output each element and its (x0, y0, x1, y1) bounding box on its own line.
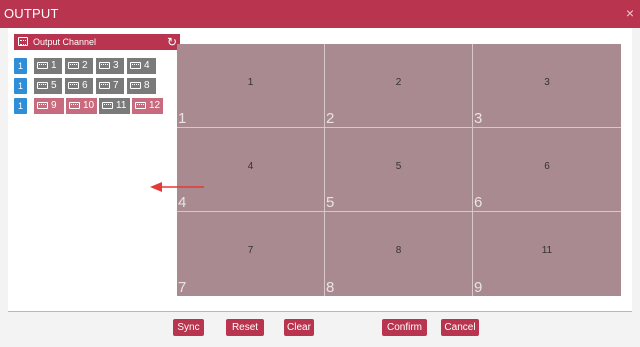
channel-button-12[interactable]: 12 (132, 98, 163, 114)
cell-channel-label: 3 (544, 77, 550, 88)
cell-index-label: 7 (178, 279, 187, 296)
monitor-icon (99, 62, 110, 69)
dialog-title: OUTPUT (4, 6, 59, 21)
channel-button-6[interactable]: 6 (65, 78, 93, 94)
channel-number: 3 (113, 60, 119, 71)
output-cell[interactable]: 44 (177, 128, 325, 212)
cell-channel-label: 7 (247, 245, 254, 256)
channel-button-5[interactable]: 5 (34, 78, 62, 94)
cell-channel-label: 8 (395, 245, 402, 256)
channel-button-11[interactable]: 11 (99, 98, 130, 114)
monitor-icon (37, 102, 48, 109)
output-cell[interactable]: 11 (177, 44, 325, 128)
cell-channel-label: 6 (544, 161, 550, 172)
channel-button-3[interactable]: 3 (96, 58, 124, 74)
row-badge[interactable]: 1 (14, 58, 27, 74)
channel-row: 1 1 2 3 4 (14, 58, 180, 74)
channel-button-10[interactable]: 10 (66, 98, 97, 114)
dialog-content: Output Channel ↻ 1 1 2 3 4 1 5 6 7 8 1 9 10 11 12 1122… (8, 28, 632, 311)
output-channel-panel: Output Channel ↻ 1 1 2 3 4 1 5 6 7 8 1 9 10 11 12 (14, 34, 180, 114)
cell-index-label: 5 (326, 194, 335, 211)
output-dialog: OUTPUT × Output Channel ↻ 1 1 2 3 4 1 5 6 7 8 1 9 10… (0, 0, 640, 347)
channel-number: 1 (51, 60, 57, 71)
channel-number: 12 (149, 100, 161, 111)
cell-index-label: 3 (474, 110, 483, 127)
channel-number: 7 (113, 80, 119, 91)
output-cell[interactable]: 11 9 (473, 212, 621, 296)
channel-button-4[interactable]: 4 (127, 58, 156, 74)
monitor-icon (102, 102, 113, 109)
channel-number: 11 (116, 100, 127, 111)
output-cell[interactable]: 66 (473, 128, 621, 212)
cell-index-label: 6 (474, 194, 483, 211)
monitor-icon (69, 102, 80, 109)
monitor-icon (130, 62, 141, 69)
monitor-icon (68, 62, 79, 69)
cell-channel-label: 2 (395, 77, 402, 88)
output-cell[interactable]: 22 (325, 44, 473, 128)
reset-button[interactable]: Reset (226, 319, 264, 336)
output-cell[interactable]: 33 (473, 44, 621, 128)
output-cell[interactable]: 77 (177, 212, 325, 296)
channel-button-2[interactable]: 2 (65, 58, 93, 74)
output-channel-title: Output Channel (33, 37, 97, 47)
channel-number: 4 (144, 60, 150, 71)
cancel-button[interactable]: Cancel (441, 319, 479, 336)
cell-index-label: 1 (178, 110, 187, 127)
channel-button-7[interactable]: 7 (96, 78, 124, 94)
refresh-icon[interactable]: ↻ (167, 35, 177, 49)
channel-button-1[interactable]: 1 (34, 58, 62, 74)
channel-number: 2 (82, 60, 88, 71)
drag-arrow-icon (150, 182, 204, 192)
channel-row: 1 9 10 11 12 (14, 98, 180, 114)
output-cell[interactable]: 55 (325, 128, 473, 212)
row-badge[interactable]: 1 (14, 98, 27, 114)
cell-index-label: 2 (326, 110, 335, 127)
cell-channel-label: 4 (247, 161, 254, 172)
channel-number: 8 (144, 80, 150, 91)
channel-button-9[interactable]: 9 (34, 98, 64, 114)
monitor-icon (130, 82, 141, 89)
channel-button-8[interactable]: 8 (127, 78, 156, 94)
keyboard-icon (18, 37, 28, 46)
footer-divider (8, 311, 632, 312)
cell-channel-label: 11 (541, 245, 553, 256)
channel-number: 6 (82, 80, 88, 91)
clear-button[interactable]: Clear (284, 319, 314, 336)
monitor-icon (135, 102, 146, 109)
output-channel-header: Output Channel ↻ (14, 34, 180, 50)
sync-button[interactable]: Sync (173, 319, 204, 336)
channel-row: 1 5 6 7 8 (14, 78, 180, 94)
monitor-icon (37, 82, 48, 89)
confirm-button[interactable]: Confirm (382, 319, 427, 336)
cell-index-label: 8 (326, 279, 335, 296)
cell-index-label: 4 (178, 194, 187, 211)
title-bar: OUTPUT × (0, 0, 640, 28)
channel-number: 9 (51, 100, 57, 111)
cell-index-label: 9 (474, 279, 483, 296)
output-cell[interactable]: 88 (325, 212, 473, 296)
monitor-icon (99, 82, 110, 89)
monitor-icon (68, 82, 79, 89)
cell-channel-label: 5 (395, 161, 402, 172)
channel-number: 10 (83, 100, 95, 111)
output-layout-grid: 1 1 2 2 3 3 4 4 5 5 6 6 7 7 8 8 11 9 (177, 44, 621, 296)
row-badge[interactable]: 1 (14, 78, 27, 94)
monitor-icon (37, 62, 48, 69)
cell-channel-label: 1 (247, 77, 254, 88)
close-icon[interactable]: × (626, 5, 634, 21)
channel-number: 5 (51, 80, 57, 91)
